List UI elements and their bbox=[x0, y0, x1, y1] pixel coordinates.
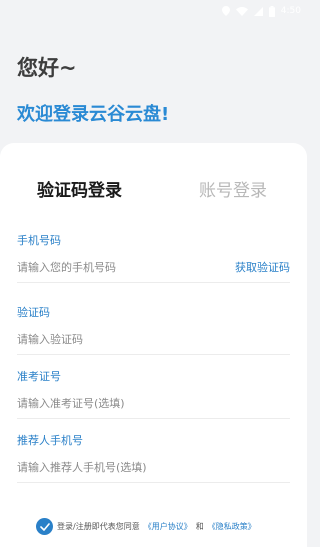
location-icon bbox=[221, 6, 230, 16]
status-time: 4:50 bbox=[280, 6, 301, 16]
check-icon bbox=[39, 522, 50, 531]
privacy-policy-link[interactable]: 《隐私政策》 bbox=[208, 521, 256, 532]
code-row bbox=[17, 331, 290, 355]
tab-sms-login[interactable]: 验证码登录 bbox=[37, 176, 122, 201]
phone-row: 获取验证码 bbox=[17, 259, 290, 283]
phone-field: 手机号码 获取验证码 bbox=[17, 232, 290, 283]
phone-label: 手机号码 bbox=[17, 234, 61, 247]
agreement-checkbox[interactable] bbox=[36, 518, 53, 535]
code-label: 验证码 bbox=[17, 306, 50, 319]
greeting-title: 您好~ bbox=[17, 56, 77, 80]
referrer-input[interactable] bbox=[17, 459, 290, 475]
exam-id-label: 准考证号 bbox=[17, 370, 61, 383]
exam-id-row bbox=[17, 395, 290, 419]
wifi-icon bbox=[235, 6, 248, 16]
code-field: 验证码 bbox=[17, 304, 290, 355]
referrer-field: 推荐人手机号 bbox=[17, 432, 290, 483]
tab-account-login[interactable]: 账号登录 bbox=[199, 176, 267, 201]
exam-id-input[interactable] bbox=[17, 395, 290, 411]
welcome-title: 欢迎登录云谷云盘! bbox=[17, 104, 170, 125]
referrer-row bbox=[17, 459, 290, 483]
battery-icon bbox=[268, 5, 275, 17]
code-input[interactable] bbox=[17, 331, 290, 347]
agreement-row: 登录/注册即代表您同意 《用户协议》 和 《隐私政策》 bbox=[36, 518, 256, 535]
referrer-label: 推荐人手机号 bbox=[17, 434, 83, 447]
phone-input[interactable] bbox=[17, 259, 235, 275]
user-agreement-link[interactable]: 《用户协议》 bbox=[144, 521, 192, 532]
signal-icon bbox=[253, 6, 263, 16]
exam-id-field: 准考证号 bbox=[17, 368, 290, 419]
login-card: 验证码登录 账号登录 手机号码 获取验证码 验证码 准考证号 推荐人手机号 登录… bbox=[0, 143, 307, 547]
agreement-text: 登录/注册即代表您同意 bbox=[57, 522, 140, 531]
status-bar: 4:50 bbox=[0, 0, 307, 22]
get-code-button[interactable]: 获取验证码 bbox=[235, 259, 290, 275]
agreement-and: 和 bbox=[195, 522, 204, 531]
